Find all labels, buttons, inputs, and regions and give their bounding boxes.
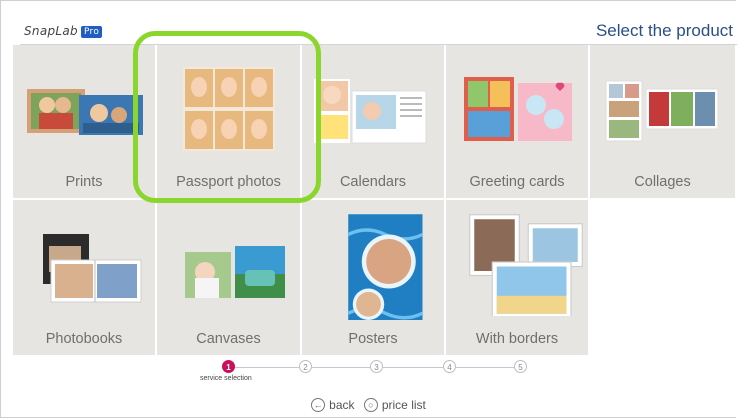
step-2: 2 [299, 360, 312, 373]
passport-photos-thumbnail [183, 67, 275, 151]
step-4: 4 [443, 360, 456, 373]
product-tile-calendars[interactable]: Calendars [302, 45, 446, 200]
product-label: With borders [475, 331, 559, 347]
product-tile-posters[interactable]: Posters [302, 200, 446, 357]
product-label: Photobooks [45, 331, 123, 347]
product-label: Posters [348, 331, 398, 347]
product-tile-canvases[interactable]: Canvases [157, 200, 302, 357]
step-connector [235, 367, 299, 368]
product-label: Calendars [339, 174, 407, 190]
back-button[interactable]: ← back [311, 398, 355, 412]
page-title: Select the product [595, 21, 733, 40]
photobooks-thumbnail [43, 234, 142, 303]
snaplab-logo: SnapLab Pro [24, 24, 103, 38]
back-label: back [329, 398, 355, 412]
prints-thumbnail [27, 89, 143, 135]
product-tile-photobooks[interactable]: Photobooks [13, 200, 157, 357]
product-label: Passport photos [176, 174, 281, 190]
header: SnapLab Pro Select the product [0, 0, 737, 42]
product-label: Prints [65, 174, 103, 190]
product-grid: Prints Passport photos Calendars Greetin… [13, 45, 737, 357]
logo-pro-badge: Pro [80, 26, 103, 38]
product-tile-prints[interactable]: Prints [13, 45, 157, 200]
calendars-thumbnail [314, 79, 427, 144]
price-list-label: price list [381, 398, 426, 412]
product-tile-passport-photos[interactable]: Passport photos [157, 45, 302, 200]
with-borders-thumbnail [469, 214, 583, 316]
step-3: 3 [370, 360, 383, 373]
product-label: Collages [634, 174, 691, 190]
step-1: 1 [222, 360, 235, 373]
back-arrow-icon: ← [311, 398, 326, 412]
step-connector [312, 367, 370, 368]
greeting-cards-thumbnail [464, 77, 572, 141]
product-tile-greeting-cards[interactable]: Greeting cards [446, 45, 590, 200]
logo-text: SnapLab [24, 24, 78, 38]
progress-stepper: 1 service selection 2 3 4 5 [200, 360, 527, 390]
price-list-button[interactable]: ○ price list [363, 398, 426, 412]
product-tile-with-borders[interactable]: With borders [446, 200, 590, 357]
price-list-icon: ○ [363, 398, 378, 412]
collages-thumbnail [605, 80, 719, 142]
product-label: Greeting cards [469, 174, 565, 190]
posters-thumbnail [347, 214, 424, 320]
step-connector [383, 367, 443, 368]
canvases-thumbnail [185, 246, 285, 298]
step-caption: service selection [200, 375, 252, 382]
footer-nav: ← back ○ price list [0, 397, 737, 412]
step-connector [456, 367, 514, 368]
step-5: 5 [514, 360, 527, 373]
product-tile-collages[interactable]: Collages [590, 45, 737, 200]
product-label: Canvases [196, 331, 261, 347]
